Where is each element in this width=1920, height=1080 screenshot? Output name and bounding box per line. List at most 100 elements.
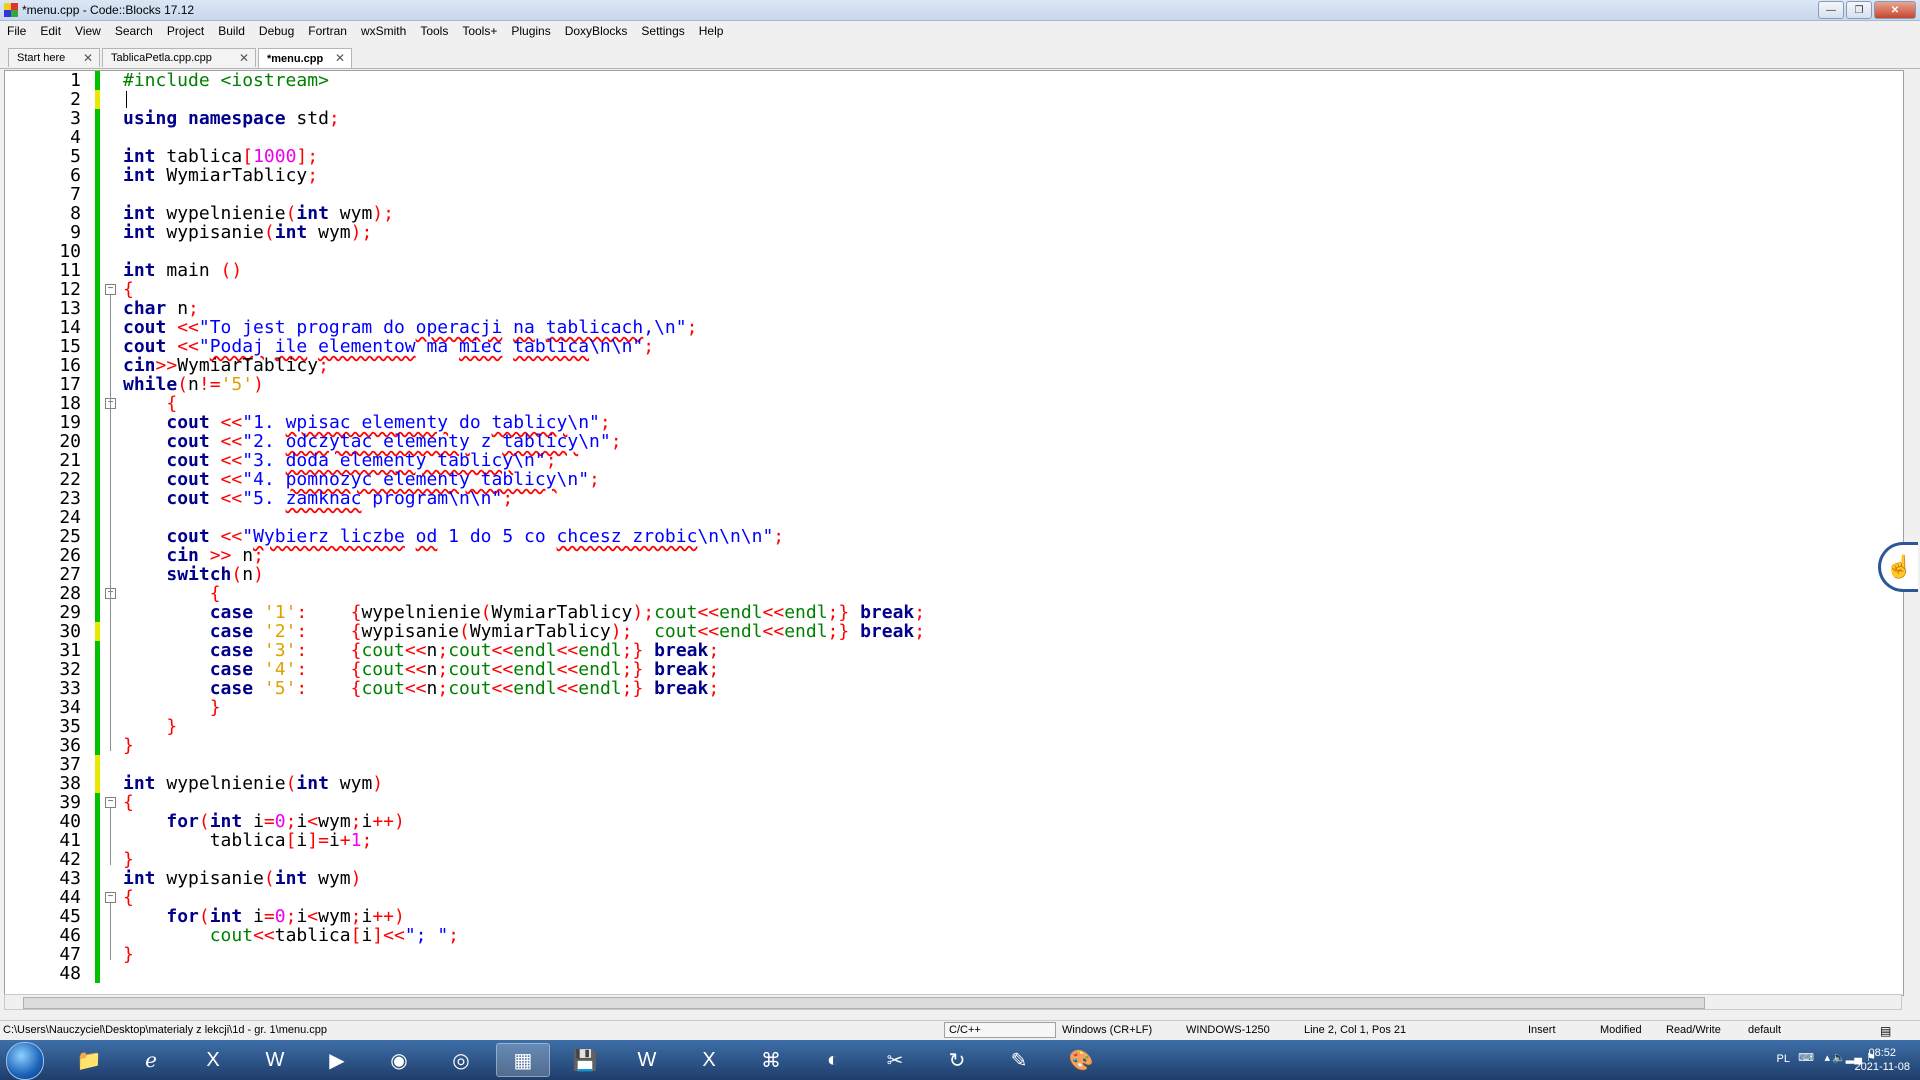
menu-help[interactable]: Help xyxy=(692,24,731,38)
media-player-icon[interactable]: ▶ xyxy=(310,1043,364,1077)
excel-doc-icon[interactable]: X xyxy=(682,1043,736,1077)
minimize-button[interactable]: — xyxy=(1818,1,1844,19)
menu-project[interactable]: Project xyxy=(160,24,211,38)
vertical-scrollbar[interactable] xyxy=(1904,70,1918,994)
clock[interactable]: 08:52 2021-11-08 xyxy=(1855,1046,1910,1074)
menu-tools[interactable]: Tools xyxy=(413,24,455,38)
fold-toggle-icon[interactable]: − xyxy=(105,284,116,295)
network-icon[interactable]: ⌘ xyxy=(744,1043,798,1077)
fold-toggle-icon[interactable]: − xyxy=(105,797,116,808)
menu-settings[interactable]: Settings xyxy=(634,24,691,38)
tab-start-here[interactable]: Start here ✕ xyxy=(8,48,100,67)
menu-tools-plus[interactable]: Tools+ xyxy=(455,24,504,38)
code-line[interactable]: } xyxy=(123,736,134,755)
code-line[interactable]: cout <<"Podaj ile elementow ma miec tabl… xyxy=(123,337,654,356)
firefox-icon[interactable]: ◉ xyxy=(372,1043,426,1077)
tab-menu-cpp[interactable]: *menu.cpp ✕ xyxy=(258,48,352,68)
code-line[interactable]: cout<<tablica[i]<<"; "; xyxy=(123,926,459,945)
internet-explorer-icon[interactable]: ℯ xyxy=(124,1043,178,1077)
code-line[interactable]: for(int i=0;i<wym;i++) xyxy=(123,812,405,831)
tray-expand-icon[interactable]: ▴ xyxy=(1824,1051,1830,1064)
word-doc-icon[interactable]: W xyxy=(620,1043,674,1077)
code-line[interactable]: { xyxy=(123,584,221,603)
code-line[interactable]: { xyxy=(123,793,134,812)
code-editor[interactable]: 1 2 3 4 5 6 7 8 9 10 11 12 13 14 15 16 17 18 19 20 21 22 23 24 2… xyxy=(4,70,1904,996)
code-line[interactable]: case '4': {cout<<n;cout<<endl<<endl;} br… xyxy=(123,660,719,679)
close-button[interactable]: ✕ xyxy=(1874,1,1916,19)
code-token: ); xyxy=(350,222,373,243)
chrome-icon[interactable]: ◎ xyxy=(434,1043,488,1077)
code-line[interactable]: case '2': {wypisanie(WymiarTablicy); cou… xyxy=(123,622,925,641)
menu-wxsmith[interactable]: wxSmith xyxy=(354,24,413,38)
code-line[interactable]: int wypisanie(int wym); xyxy=(123,223,372,242)
excel-icon[interactable]: X xyxy=(186,1043,240,1077)
menu-edit[interactable]: Edit xyxy=(33,24,68,38)
code-line[interactable]: case '1': {wypelnienie(WymiarTablicy);co… xyxy=(123,603,925,622)
code-line[interactable]: int wypelnienie(int wym) xyxy=(123,774,383,793)
snipping-tool-icon[interactable]: ✂ xyxy=(868,1043,922,1077)
status-language[interactable]: C/C++ xyxy=(944,1022,1056,1038)
code-line[interactable]: tablica[i]=i+1; xyxy=(123,831,373,850)
code-line[interactable]: { xyxy=(123,888,134,907)
tab-close-icon[interactable]: ✕ xyxy=(83,51,93,65)
code-line[interactable]: cin >> n; xyxy=(123,546,264,565)
code-line[interactable]: } xyxy=(123,717,177,736)
code-line[interactable]: int wypelnienie(int wym); xyxy=(123,204,394,223)
fold-toggle-icon[interactable]: − xyxy=(105,892,116,903)
start-button-icon[interactable] xyxy=(6,1042,44,1080)
code-line[interactable]: } xyxy=(123,850,134,869)
code-line[interactable]: cin>>WymiarTablicy; xyxy=(123,356,329,375)
code-line[interactable]: cout <<"4. pomnozyc elementy tablicy\n"; xyxy=(123,470,600,489)
menu-debug[interactable]: Debug xyxy=(252,24,301,38)
horizontal-scroll-thumb[interactable] xyxy=(23,997,1705,1009)
menu-build[interactable]: Build xyxy=(211,24,252,38)
language-indicator[interactable]: PL xyxy=(1777,1053,1790,1065)
code-line[interactable]: cout <<"2. odczytac elementy z tablicy\n… xyxy=(123,432,621,451)
code-line[interactable]: int wypisanie(int wym) xyxy=(123,869,361,888)
tab-tablicapetla[interactable]: TablicaPetla.cpp.cpp ✕ xyxy=(102,48,256,67)
refresh-app-icon[interactable]: ↻ xyxy=(930,1043,984,1077)
code-line[interactable]: using namespace std; xyxy=(123,109,340,128)
code-line[interactable]: cout <<"3. doda elementy tablicy\n"; xyxy=(123,451,556,470)
menu-fortran[interactable]: Fortran xyxy=(301,24,354,38)
maximize-button[interactable]: ❐ xyxy=(1846,1,1872,19)
code-line[interactable]: case '5': {cout<<n;cout<<endl<<endl;} br… xyxy=(123,679,719,698)
notepad-icon[interactable]: ✎ xyxy=(992,1043,1046,1077)
code-line[interactable]: } xyxy=(123,945,134,964)
word-icon[interactable]: W xyxy=(248,1043,302,1077)
file-explorer-icon[interactable]: 📁 xyxy=(62,1043,116,1077)
code-line[interactable]: int tablica[1000]; xyxy=(123,147,318,166)
code-line[interactable]: { xyxy=(123,280,134,299)
code-line[interactable]: cout <<"5. zamknac program\n\n"; xyxy=(123,489,513,508)
menu-view[interactable]: View xyxy=(68,24,108,38)
code-line[interactable]: switch(n) xyxy=(123,565,264,584)
code-token: endl xyxy=(578,640,622,661)
code-line[interactable]: { xyxy=(123,394,177,413)
keyboard-icon[interactable]: ⌨ xyxy=(1798,1051,1814,1064)
menu-search[interactable]: Search xyxy=(108,24,160,38)
tab-close-icon[interactable]: ✕ xyxy=(239,51,249,65)
code-line[interactable]: char n; xyxy=(123,299,199,318)
horizontal-scrollbar[interactable] xyxy=(4,994,1902,1010)
code-line[interactable]: for(int i=0;i<wym;i++) xyxy=(123,907,405,926)
menu-plugins[interactable]: Plugins xyxy=(504,24,557,38)
code-line[interactable]: int WymiarTablicy; xyxy=(123,166,318,185)
codeblocks-taskbar-icon[interactable]: ▦ xyxy=(496,1043,550,1077)
code-line[interactable]: cout <<"Wybierz liczbe od 1 do 5 co chce… xyxy=(123,527,784,546)
code-line[interactable]: #include <iostream> xyxy=(123,71,329,90)
menu-file[interactable]: File xyxy=(0,24,33,38)
paint-icon[interactable]: 🎨 xyxy=(1054,1043,1108,1077)
tab-close-icon[interactable]: ✕ xyxy=(335,51,345,65)
menu-doxyblocks[interactable]: DoxyBlocks xyxy=(558,24,635,38)
edge-icon[interactable]: ◐ xyxy=(806,1043,860,1077)
code-line[interactable]: while(n!='5') xyxy=(123,375,264,394)
volume-icon[interactable]: 🔈 xyxy=(1832,1051,1846,1064)
code-line[interactable]: cout <<"To jest program do operacji na t… xyxy=(123,318,697,337)
code-line[interactable]: } xyxy=(123,698,221,717)
code-line[interactable]: int main () xyxy=(123,261,242,280)
save-disk-icon[interactable]: 💾 xyxy=(558,1043,612,1077)
code-line[interactable]: cout <<"1. wpisac elementy do tablicy\n"… xyxy=(123,413,610,432)
code-line[interactable]: case '3': {cout<<n;cout<<endl<<endl;} br… xyxy=(123,641,719,660)
